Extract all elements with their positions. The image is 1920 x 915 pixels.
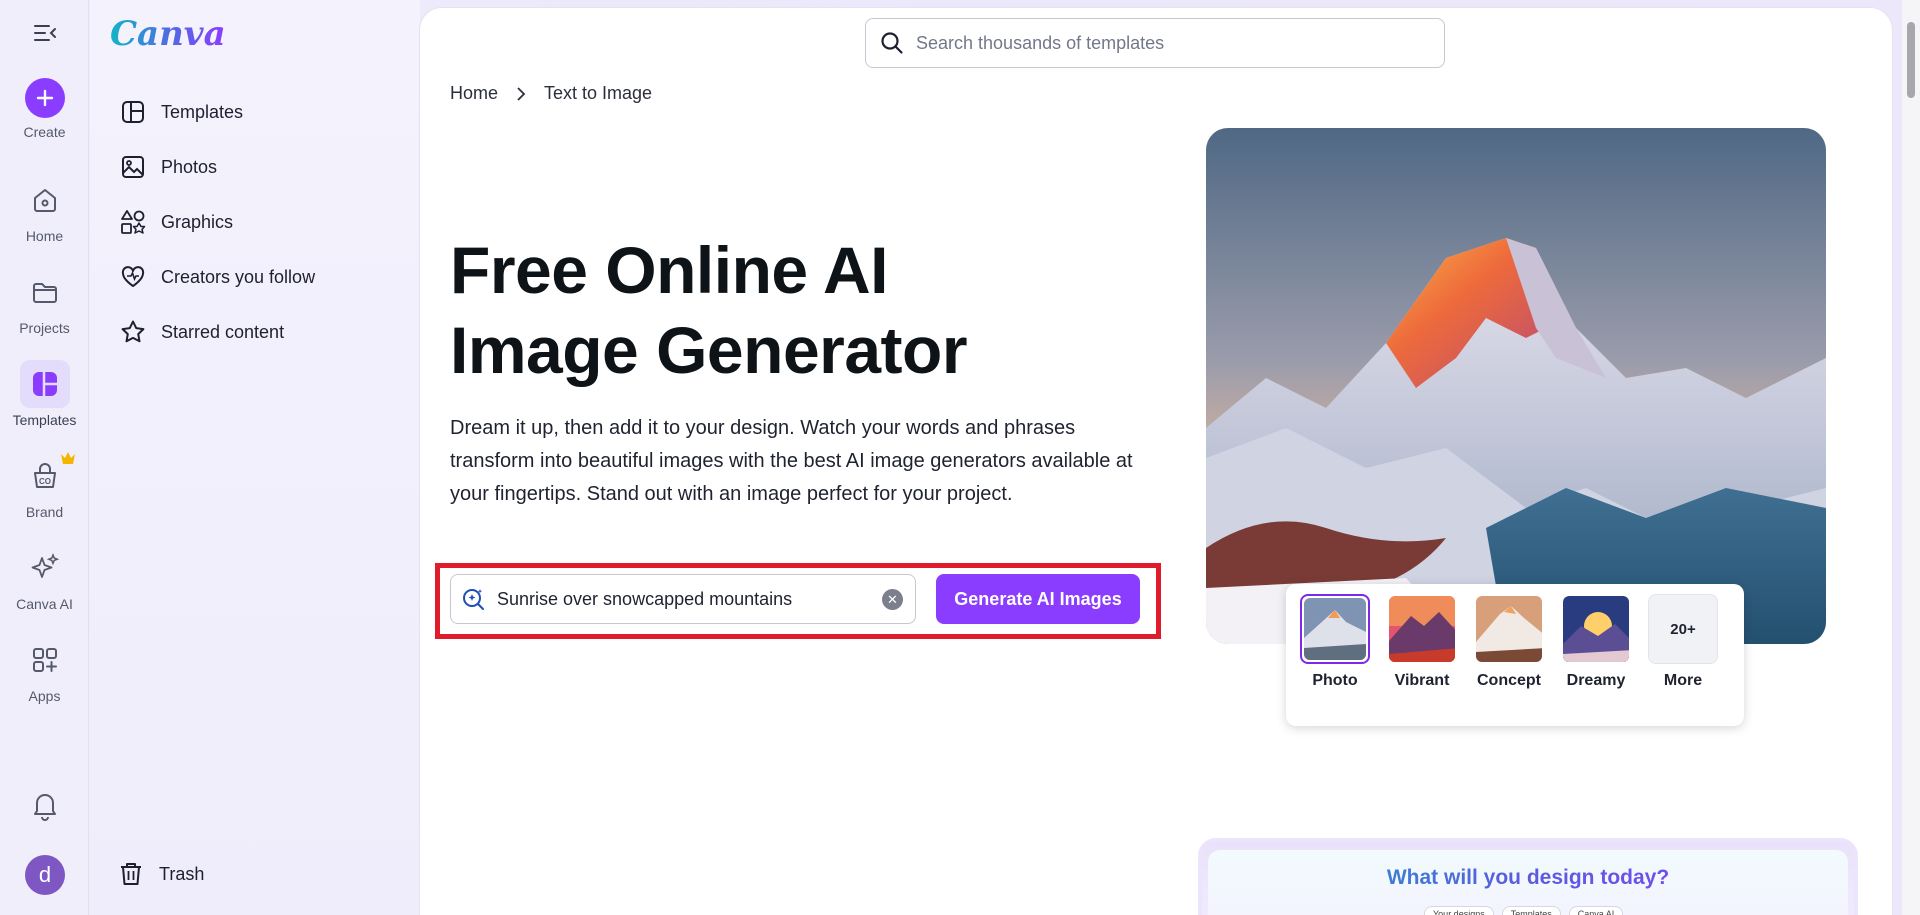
chip-templates: Templates [1501, 906, 1561, 915]
folder-icon [20, 268, 70, 316]
preview-chips: Your designs Templates Canva AI [1424, 906, 1624, 915]
more-count: 20+ [1648, 594, 1718, 664]
rail-brand[interactable]: CO Brand [0, 452, 89, 520]
plus-icon [24, 78, 65, 118]
hero-description: Dream it up, then add it to your design.… [450, 417, 1133, 505]
rail-projects[interactable]: Projects [0, 268, 89, 336]
rail-home[interactable]: Home [0, 176, 89, 244]
style-option-more[interactable]: 20+ More [1646, 594, 1720, 690]
chevron-right-icon [517, 86, 526, 101]
star-icon [121, 320, 145, 343]
page-scrollbar[interactable] [1902, 0, 1920, 915]
style-label: Photo [1312, 672, 1358, 689]
rail-canva-ai[interactable]: Canva AI [0, 544, 89, 612]
sidebar-item-label: Templates [161, 101, 244, 122]
sidebar-item-photos[interactable]: Photos [120, 147, 217, 187]
sparkle-icon [20, 544, 70, 592]
apps-icon [20, 636, 70, 684]
prompt-input[interactable] [497, 588, 877, 610]
sidebar-item-graphics[interactable]: Graphics [120, 202, 233, 242]
breadcrumb: Home Text to Image [450, 83, 652, 104]
preview-title: What will you design today? [1208, 866, 1848, 890]
bell-icon[interactable] [28, 788, 62, 822]
sidebar-item-label: Creators you follow [161, 266, 316, 287]
rail-apps-label: Apps [28, 688, 61, 704]
trash-label: Trash [159, 863, 205, 884]
brand-icon: CO [20, 452, 70, 500]
design-preview-card: What will you design today? Your designs… [1198, 838, 1858, 915]
hero-mountain-image [1206, 128, 1826, 644]
rail-templates[interactable]: Templates [0, 360, 89, 428]
secondary-sidebar: Canva Templates Photos Graphics Creators… [90, 0, 420, 915]
style-option-photo[interactable]: Photo [1298, 594, 1372, 690]
style-label: Dreamy [1566, 672, 1626, 689]
sidebar-item-creators[interactable]: Creators you follow [120, 257, 315, 297]
style-thumbnail [1387, 594, 1457, 664]
avatar[interactable]: d [25, 855, 65, 895]
search-input[interactable] [916, 32, 1416, 54]
style-label: Concept [1477, 672, 1541, 689]
clear-icon[interactable]: ✕ [882, 589, 903, 610]
canva-logo[interactable]: Canva [110, 14, 226, 54]
collapse-menu-icon[interactable] [32, 20, 58, 46]
breadcrumb-home[interactable]: Home [450, 83, 498, 104]
scrollbar-thumb[interactable] [1907, 22, 1915, 98]
style-option-vibrant[interactable]: Vibrant [1385, 594, 1459, 690]
sidebar-item-starred[interactable]: Starred content [120, 312, 284, 352]
style-label: Vibrant [1394, 672, 1450, 689]
left-rail: Create Home Projects Templates CO Brand … [0, 0, 89, 915]
rail-canva-ai-label: Canva AI [16, 596, 73, 612]
breadcrumb-current: Text to Image [544, 83, 653, 103]
chip-your-designs: Your designs [1424, 906, 1494, 915]
style-picker: Photo Vibrant Concept Dreamy 20+ More [1286, 584, 1744, 726]
sidebar-item-label: Photos [161, 156, 218, 177]
search-icon [881, 32, 903, 54]
rail-home-label: Home [25, 228, 64, 244]
photo-icon [122, 156, 144, 178]
templates-icon [19, 360, 70, 408]
template-search[interactable] [865, 18, 1445, 68]
style-label: More [1663, 672, 1703, 689]
preview-inner: What will you design today? Your designs… [1208, 850, 1848, 915]
trash-icon [121, 863, 141, 885]
page-title: Free Online AI Image Generator [450, 233, 968, 387]
rail-projects-label: Projects [19, 320, 70, 336]
graphics-icon [121, 210, 146, 234]
home-icon [20, 176, 70, 224]
rail-create-label: Create [23, 124, 66, 140]
style-thumbnail [1561, 594, 1631, 664]
rail-create[interactable]: Create [0, 78, 89, 140]
style-thumbnail [1474, 594, 1544, 664]
sidebar-item-label: Graphics [161, 211, 234, 232]
sidebar-item-templates[interactable]: Templates [120, 92, 243, 132]
svg-text:CO: CO [39, 477, 51, 486]
main-panel: Home Text to Image Free Online AI Image … [420, 8, 1892, 915]
rail-brand-label: Brand [25, 504, 64, 520]
rail-apps[interactable]: Apps [0, 636, 89, 704]
generate-ai-images-button[interactable]: Generate AI Images [936, 574, 1140, 624]
template-layout-icon [122, 101, 144, 123]
prompt-field[interactable]: ✕ [450, 574, 916, 624]
rail-templates-label: Templates [12, 412, 77, 428]
style-thumbnail [1300, 594, 1370, 664]
sidebar-item-label: Starred content [161, 321, 285, 342]
style-option-dreamy[interactable]: Dreamy [1559, 594, 1633, 690]
heart-icon [121, 266, 145, 287]
ai-search-icon [463, 589, 484, 610]
sidebar-item-trash[interactable]: Trash [118, 854, 204, 894]
style-option-concept[interactable]: Concept [1472, 594, 1546, 690]
chip-canva-ai: Canva AI [1568, 906, 1624, 915]
